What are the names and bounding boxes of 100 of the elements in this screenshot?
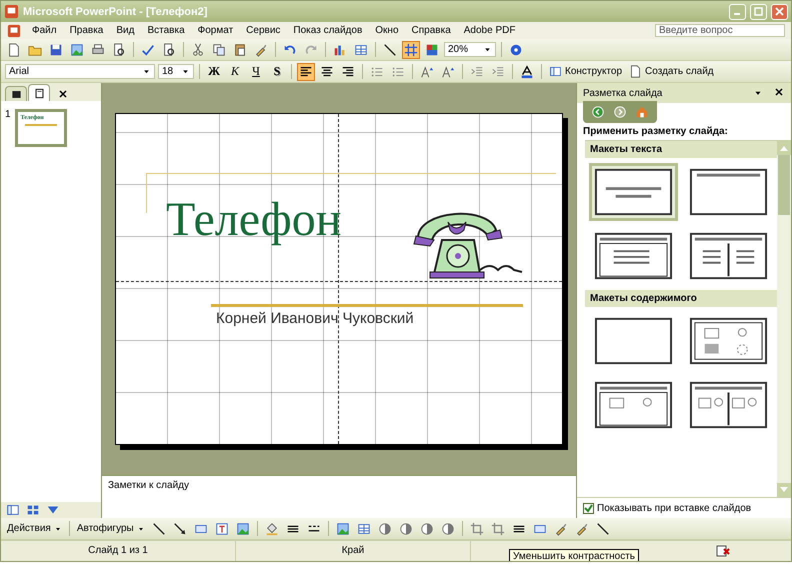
- zoom-value: 20%: [448, 44, 468, 55]
- table-icon: [354, 42, 368, 56]
- slide-sorter-icon: [26, 503, 40, 517]
- brush-icon: [254, 42, 268, 56]
- menu-item[interactable]: Файл: [30, 24, 59, 37]
- shadow-button[interactable]: S: [268, 62, 286, 80]
- checkbox[interactable]: [583, 502, 594, 514]
- bold-button[interactable]: Ж: [205, 62, 223, 80]
- indent-icon: [470, 64, 484, 78]
- align-center-icon: [320, 64, 334, 78]
- checkmark-icon: [584, 504, 593, 512]
- layout-group-heading: Макеты текста: [585, 141, 777, 158]
- menu-item[interactable]: Вид: [114, 24, 136, 37]
- close-icon: [59, 90, 67, 98]
- scroll-thumb[interactable]: [778, 155, 790, 215]
- font-size-field[interactable]: 18: [158, 64, 194, 79]
- window-title: Microsoft PowerPoint - [Телефон2]: [23, 6, 208, 18]
- font-name: Arial: [9, 66, 30, 77]
- color-squares-icon: [425, 42, 439, 56]
- slides-tab[interactable]: [5, 86, 27, 101]
- book-cross-icon: [715, 543, 731, 559]
- maximize-icon: [754, 7, 763, 16]
- grid-icon: [404, 42, 418, 56]
- table-icon: [356, 522, 371, 536]
- grid-button[interactable]: [402, 40, 420, 58]
- arrow-icon: [172, 522, 187, 536]
- scissors-icon: [191, 42, 205, 56]
- undo-icon: [283, 42, 297, 56]
- half-circle-icon: [420, 522, 434, 536]
- image-icon: [336, 522, 350, 536]
- redo-icon: [304, 42, 318, 56]
- line-icon: [383, 42, 397, 56]
- menu-item[interactable]: Adobe PDF: [462, 24, 518, 37]
- bar-chart-icon: [333, 42, 347, 56]
- down-arrow-icon: [780, 487, 788, 493]
- line-icon: [596, 522, 610, 536]
- normal-view-icon: [549, 65, 562, 78]
- image-icon: [70, 42, 84, 56]
- menu-item[interactable]: Правка: [68, 24, 106, 37]
- normal-view-icon: [6, 503, 20, 517]
- paint-bucket-icon: [264, 522, 279, 536]
- zoom-field[interactable]: 20%: [444, 42, 496, 57]
- slide-title[interactable]: Телефон: [166, 196, 342, 244]
- tooltip: Уменьшить контрастность: [509, 549, 639, 561]
- outline-tab[interactable]: [28, 84, 50, 101]
- help-search-field[interactable]: Введите вопрос: [655, 24, 785, 37]
- close-icon: [775, 7, 784, 16]
- menu-item[interactable]: Показ слайдов: [291, 24, 364, 37]
- font-field[interactable]: Arial: [5, 64, 155, 79]
- up-arrow-icon: [780, 145, 788, 151]
- image-icon: [236, 522, 250, 536]
- menu-item[interactable]: Сервис: [244, 24, 282, 37]
- crop-icon: [490, 522, 505, 536]
- section-heading: Применить разметку слайда:: [582, 125, 729, 139]
- status-text: Край: [236, 541, 471, 561]
- font-color-icon: [520, 64, 534, 78]
- align-left-icon: [299, 64, 313, 78]
- brush-icon: [574, 522, 589, 536]
- actions-menu-button[interactable]: Действия: [5, 523, 64, 534]
- align-right-icon: [341, 64, 355, 78]
- page-magnifier-icon: [112, 42, 126, 56]
- slide-number: 1: [5, 109, 11, 122]
- line-icon: [152, 522, 166, 536]
- designer-button[interactable]: Конструктор: [547, 65, 624, 78]
- printer-icon: [91, 42, 105, 56]
- list-icon: [370, 64, 384, 78]
- close-button[interactable]: [771, 4, 788, 20]
- forward-icon: [613, 105, 627, 119]
- back-icon: [591, 105, 605, 119]
- crop-icon: [470, 522, 484, 536]
- italic-button[interactable]: К: [226, 62, 244, 80]
- help-icon: [509, 42, 523, 56]
- menu-item[interactable]: Вставка: [145, 24, 187, 37]
- new-page-icon: [629, 65, 642, 78]
- font-grow-icon: [441, 64, 455, 78]
- indent-icon: [491, 64, 505, 78]
- presentation-icon: [7, 24, 21, 38]
- underline-button[interactable]: Ч: [247, 62, 265, 80]
- half-circle-icon: [398, 522, 413, 536]
- layout-group-heading: Макеты содержимого: [585, 290, 777, 307]
- checkbox-label: Показывать при вставке слайдов: [597, 502, 752, 514]
- close-icon: [775, 88, 783, 96]
- menu-item[interactable]: Справка: [410, 24, 453, 37]
- menu-item[interactable]: Окно: [373, 24, 401, 37]
- slide-subtitle[interactable]: Корней Иванович Чуковский: [216, 310, 414, 327]
- presentation-icon: [4, 4, 19, 19]
- status-text: Слайд 1 из 1: [1, 541, 236, 561]
- align-left-button[interactable]: [297, 62, 315, 80]
- clipboard-icon: [233, 42, 247, 56]
- new-page-icon: [7, 42, 21, 56]
- brush-icon: [554, 522, 568, 536]
- copy-icon: [212, 42, 226, 56]
- layout-thumbnail[interactable]: [589, 163, 678, 221]
- autoshapes-menu-button[interactable]: Автофигуры: [74, 523, 147, 534]
- half-circle-icon: [440, 522, 455, 536]
- menu-item[interactable]: Формат: [196, 24, 236, 37]
- outline-icon: [34, 88, 44, 98]
- half-circle-icon: [378, 522, 392, 536]
- text-box-icon: [214, 522, 229, 536]
- new-slide-button[interactable]: Создать слайд: [627, 65, 716, 78]
